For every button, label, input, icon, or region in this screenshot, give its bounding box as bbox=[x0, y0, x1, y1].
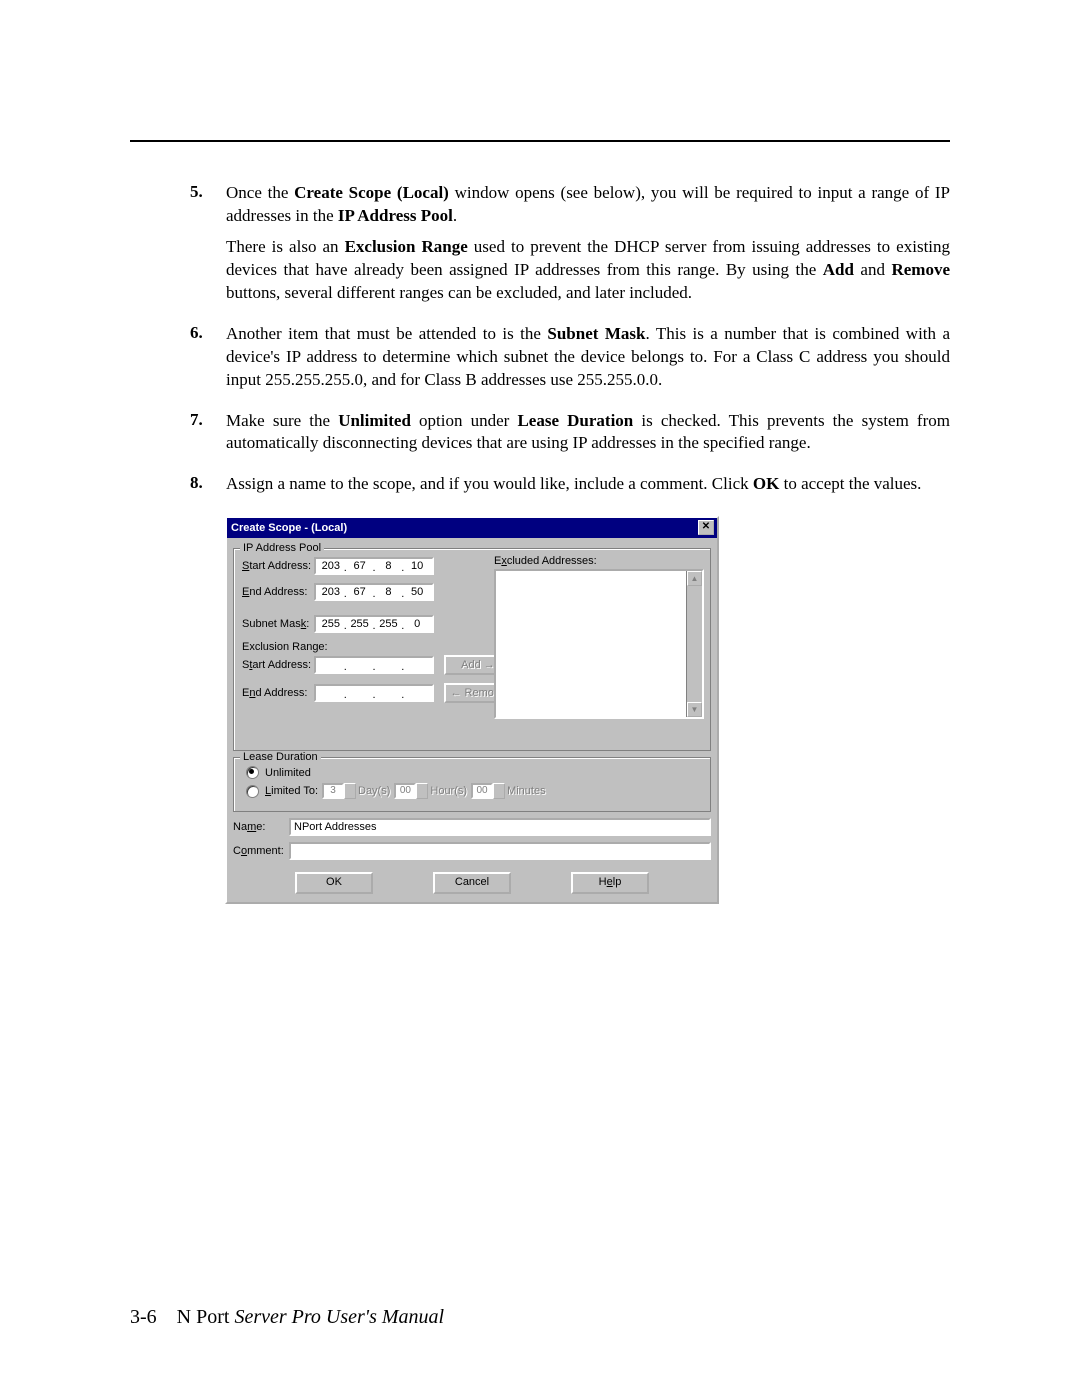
step-number: 7. bbox=[190, 410, 226, 464]
step-text: Assign a name to the scope, and if you w… bbox=[226, 473, 950, 504]
end-address-label: End Address: bbox=[242, 586, 314, 598]
end-address-input[interactable]: 203.67.8.50 bbox=[314, 583, 434, 601]
hours-label: Hour(s) bbox=[430, 785, 467, 797]
scroll-down-icon[interactable]: ▼ bbox=[687, 702, 702, 717]
minutes-label: Minutes bbox=[507, 785, 546, 797]
step-text: Another item that must be attended to is… bbox=[226, 323, 950, 400]
dialog-titlebar: Create Scope - (Local) ✕ bbox=[227, 518, 717, 538]
subnet-mask-label: Subnet Mask: bbox=[242, 618, 314, 630]
step-text: Once the Create Scope (Local) window ope… bbox=[226, 182, 950, 313]
create-scope-dialog: Create Scope - (Local) ✕ IP Address Pool… bbox=[225, 516, 719, 904]
step-number: 8. bbox=[190, 473, 226, 504]
limited-label: Limited To: bbox=[265, 785, 318, 797]
spinner-buttons[interactable] bbox=[344, 783, 356, 799]
name-label: Name: bbox=[233, 821, 289, 833]
manual-title: Server Pro User's Manual bbox=[234, 1306, 444, 1328]
footer-prefix: N Port bbox=[177, 1306, 235, 1328]
group-legend: IP Address Pool bbox=[240, 542, 324, 554]
start-address-input[interactable]: 203.67.8.10 bbox=[314, 557, 434, 575]
ex-end-input[interactable]: ... bbox=[314, 684, 434, 702]
scrollbar[interactable]: ▲ ▼ bbox=[686, 571, 702, 717]
ip-address-pool-group: IP Address Pool Start Address: 203.67.8.… bbox=[233, 548, 711, 751]
name-input[interactable]: NPort Addresses bbox=[289, 818, 711, 836]
page-footer: 3-6 N Port Server Pro User's Manual bbox=[130, 1306, 444, 1329]
excluded-addresses-label: Excluded Addresses: bbox=[494, 555, 704, 567]
step-text: Make sure the Unlimited option under Lea… bbox=[226, 410, 950, 464]
spinner-buttons[interactable] bbox=[416, 783, 428, 799]
minutes-spinner[interactable]: 00 bbox=[471, 783, 493, 799]
page-number: 3-6 bbox=[130, 1306, 157, 1328]
help-button[interactable]: Help bbox=[571, 872, 649, 894]
close-icon[interactable]: ✕ bbox=[698, 520, 714, 535]
days-label: Day(s) bbox=[358, 785, 390, 797]
scroll-up-icon[interactable]: ▲ bbox=[687, 571, 702, 586]
subnet-mask-input[interactable]: 255.255.255.0 bbox=[314, 615, 434, 633]
hours-spinner[interactable]: 00 bbox=[394, 783, 416, 799]
ex-end-label: End Address: bbox=[242, 687, 314, 699]
ex-start-label: Start Address: bbox=[242, 659, 314, 671]
step-number: 6. bbox=[190, 323, 226, 400]
comment-label: Comment: bbox=[233, 845, 289, 857]
numbered-steps: 5.Once the Create Scope (Local) window o… bbox=[190, 182, 950, 504]
lease-duration-group: Lease Duration Unlimited Limited To: 3 D… bbox=[233, 757, 711, 812]
horizontal-rule bbox=[130, 140, 950, 142]
ex-start-input[interactable]: ... bbox=[314, 656, 434, 674]
group-legend: Lease Duration bbox=[240, 751, 321, 763]
exclusion-range-label: Exclusion Range: bbox=[242, 641, 328, 653]
limited-radio[interactable] bbox=[246, 785, 259, 798]
ok-button[interactable]: OK bbox=[295, 872, 373, 894]
start-address-label: Start Address: bbox=[242, 560, 314, 572]
cancel-button[interactable]: Cancel bbox=[433, 872, 511, 894]
excluded-addresses-panel: Excluded Addresses: ▲ ▼ bbox=[494, 555, 704, 719]
unlimited-radio[interactable] bbox=[246, 766, 259, 779]
days-spinner[interactable]: 3 bbox=[322, 783, 344, 799]
excluded-addresses-list[interactable]: ▲ ▼ bbox=[494, 569, 704, 719]
spinner-buttons[interactable] bbox=[493, 783, 505, 799]
comment-input[interactable] bbox=[289, 842, 711, 860]
unlimited-label: Unlimited bbox=[265, 767, 311, 779]
step-number: 5. bbox=[190, 182, 226, 313]
dialog-title: Create Scope - (Local) bbox=[231, 522, 347, 534]
